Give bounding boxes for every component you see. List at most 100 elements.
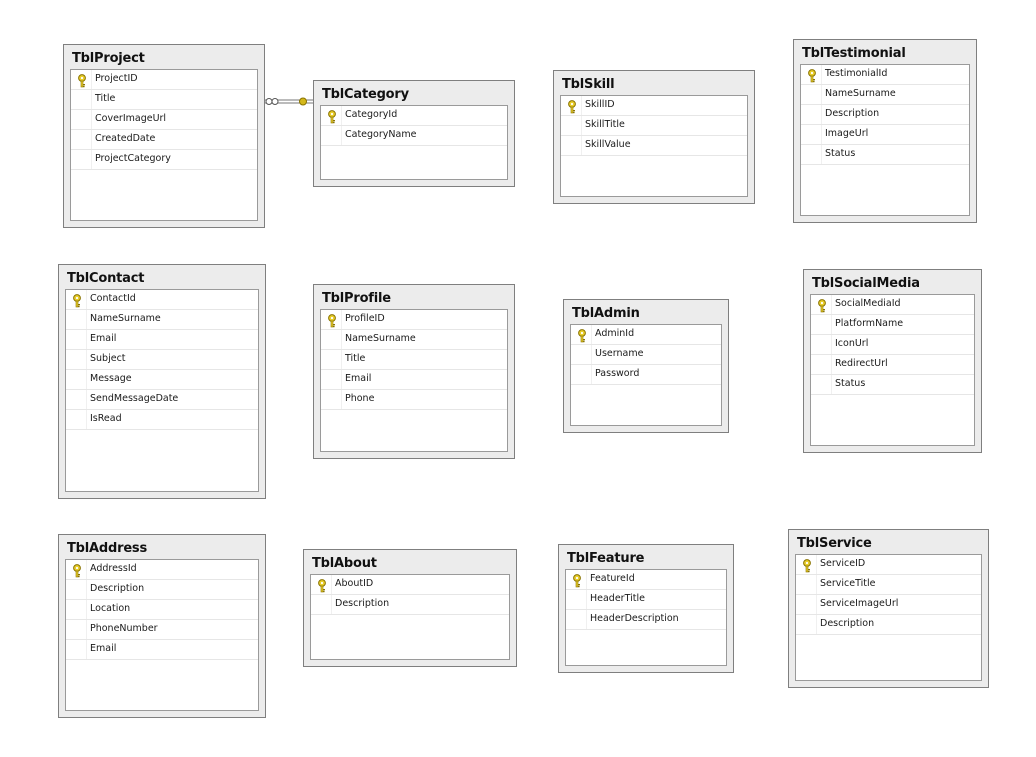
- column-row[interactable]: Title: [71, 90, 257, 110]
- column-row[interactable]: SendMessageDate: [66, 390, 258, 410]
- primary-key-icon: [572, 573, 582, 588]
- table-feature[interactable]: TblFeature FeatureId HeaderTitle HeaderDesc…: [558, 544, 734, 673]
- table-contact[interactable]: TblContact ContactId NameSurname Email Subje…: [58, 264, 266, 499]
- column-row[interactable]: Email: [66, 640, 258, 660]
- column-row[interactable]: NameSurname: [801, 85, 969, 105]
- column-name: HeaderDescription: [590, 613, 679, 624]
- column-row[interactable]: ServiceID: [796, 555, 981, 575]
- column-name: Status: [835, 378, 866, 389]
- column-row[interactable]: CategoryName: [321, 126, 507, 146]
- column-row[interactable]: Description: [66, 580, 258, 600]
- column-list: ProjectID Title CoverImageUrl CreatedDate Pr…: [70, 69, 258, 221]
- column-row[interactable]: ServiceTitle: [796, 575, 981, 595]
- column-name: HeaderTitle: [590, 593, 645, 604]
- column-row[interactable]: AddressId: [66, 560, 258, 580]
- column-name: Description: [825, 108, 880, 119]
- column-name: ProjectID: [95, 73, 138, 84]
- column-row[interactable]: Title: [321, 350, 507, 370]
- column-row[interactable]: FeatureId: [566, 570, 726, 590]
- table-about[interactable]: TblAbout AboutID Description: [303, 549, 517, 667]
- column-row[interactable]: ProjectCategory: [71, 150, 257, 170]
- column-row[interactable]: IsRead: [66, 410, 258, 430]
- table-service[interactable]: TblService ServiceID ServiceTitle ServiceIm…: [788, 529, 989, 688]
- column-name: ContactId: [90, 293, 136, 304]
- column-row[interactable]: Email: [66, 330, 258, 350]
- row-selector: [311, 595, 332, 614]
- column-row[interactable]: Description: [311, 595, 509, 615]
- column-row[interactable]: Message: [66, 370, 258, 390]
- column-row[interactable]: CoverImageUrl: [71, 110, 257, 130]
- row-selector: [66, 640, 87, 659]
- column-row[interactable]: CreatedDate: [71, 130, 257, 150]
- table-title: TblAdmin: [572, 306, 640, 321]
- column-name: CategoryId: [345, 109, 398, 120]
- column-row[interactable]: NameSurname: [321, 330, 507, 350]
- column-name: AboutID: [335, 578, 374, 589]
- column-row[interactable]: SkillTitle: [561, 116, 747, 136]
- column-row[interactable]: SkillID: [561, 96, 747, 116]
- column-row[interactable]: ProfileID: [321, 310, 507, 330]
- column-row[interactable]: RedirectUrl: [811, 355, 974, 375]
- column-name: Phone: [345, 393, 375, 404]
- column-row[interactable]: Password: [571, 365, 721, 385]
- primary-key-icon: [77, 73, 87, 88]
- column-row[interactable]: AboutID: [311, 575, 509, 595]
- table-address[interactable]: TblAddress AddressId Description Location Ph…: [58, 534, 266, 718]
- column-name: SkillID: [585, 99, 615, 110]
- table-title: TblFeature: [567, 551, 645, 566]
- row-selector: [66, 310, 87, 329]
- column-row[interactable]: PlatformName: [811, 315, 974, 335]
- column-name: ProfileID: [345, 313, 385, 324]
- column-row[interactable]: PhoneNumber: [66, 620, 258, 640]
- column-row[interactable]: Email: [321, 370, 507, 390]
- table-socialmedia[interactable]: TblSocialMedia SocialMediaId PlatformName I…: [803, 269, 982, 453]
- row-selector: [66, 410, 87, 429]
- column-row[interactable]: IconUrl: [811, 335, 974, 355]
- table-project[interactable]: TblProject ProjectID Title CoverImageUrl Cre…: [63, 44, 265, 228]
- column-row[interactable]: AdminId: [571, 325, 721, 345]
- table-title: TblProfile: [322, 291, 391, 306]
- row-selector: [66, 620, 87, 639]
- column-row[interactable]: ProjectID: [71, 70, 257, 90]
- column-name: Description: [820, 618, 875, 629]
- column-row[interactable]: Description: [801, 105, 969, 125]
- column-row[interactable]: TestimonialId: [801, 65, 969, 85]
- table-skill[interactable]: TblSkill SkillID SkillTitle SkillValue: [553, 70, 755, 204]
- column-name: PlatformName: [835, 318, 904, 329]
- row-selector: [571, 345, 592, 364]
- column-row[interactable]: ServiceImageUrl: [796, 595, 981, 615]
- column-row[interactable]: Location: [66, 600, 258, 620]
- column-name: NameSurname: [345, 333, 416, 344]
- column-row[interactable]: Username: [571, 345, 721, 365]
- column-row[interactable]: SkillValue: [561, 136, 747, 156]
- table-testimonial[interactable]: TblTestimonial TestimonialId NameSurname De…: [793, 39, 977, 223]
- column-name: SendMessageDate: [90, 393, 179, 404]
- column-row[interactable]: Status: [801, 145, 969, 165]
- column-row[interactable]: HeaderTitle: [566, 590, 726, 610]
- column-list: AdminId Username Password: [570, 324, 722, 426]
- column-row[interactable]: CategoryId: [321, 106, 507, 126]
- column-row[interactable]: HeaderDescription: [566, 610, 726, 630]
- table-category[interactable]: TblCategory CategoryId CategoryName: [313, 80, 515, 187]
- column-row[interactable]: ImageUrl: [801, 125, 969, 145]
- table-profile[interactable]: TblProfile ProfileID NameSurname Title Email…: [313, 284, 515, 459]
- column-row[interactable]: NameSurname: [66, 310, 258, 330]
- column-name: Title: [95, 93, 116, 104]
- row-selector: [321, 390, 342, 409]
- column-list: AddressId Description Location PhoneNumber E…: [65, 559, 259, 711]
- column-name: SocialMediaId: [835, 298, 901, 309]
- row-selector: [71, 110, 92, 129]
- column-row[interactable]: Phone: [321, 390, 507, 410]
- column-row[interactable]: ContactId: [66, 290, 258, 310]
- column-name: CoverImageUrl: [95, 113, 167, 124]
- row-selector: [811, 315, 832, 334]
- row-selector: [71, 150, 92, 169]
- table-admin[interactable]: TblAdmin AdminId Username Password: [563, 299, 729, 433]
- column-list: ServiceID ServiceTitle ServiceImageUrl Desc…: [795, 554, 982, 681]
- row-selector: [321, 350, 342, 369]
- column-name: Description: [335, 598, 390, 609]
- column-row[interactable]: Subject: [66, 350, 258, 370]
- column-row[interactable]: SocialMediaId: [811, 295, 974, 315]
- column-row[interactable]: Status: [811, 375, 974, 395]
- column-row[interactable]: Description: [796, 615, 981, 635]
